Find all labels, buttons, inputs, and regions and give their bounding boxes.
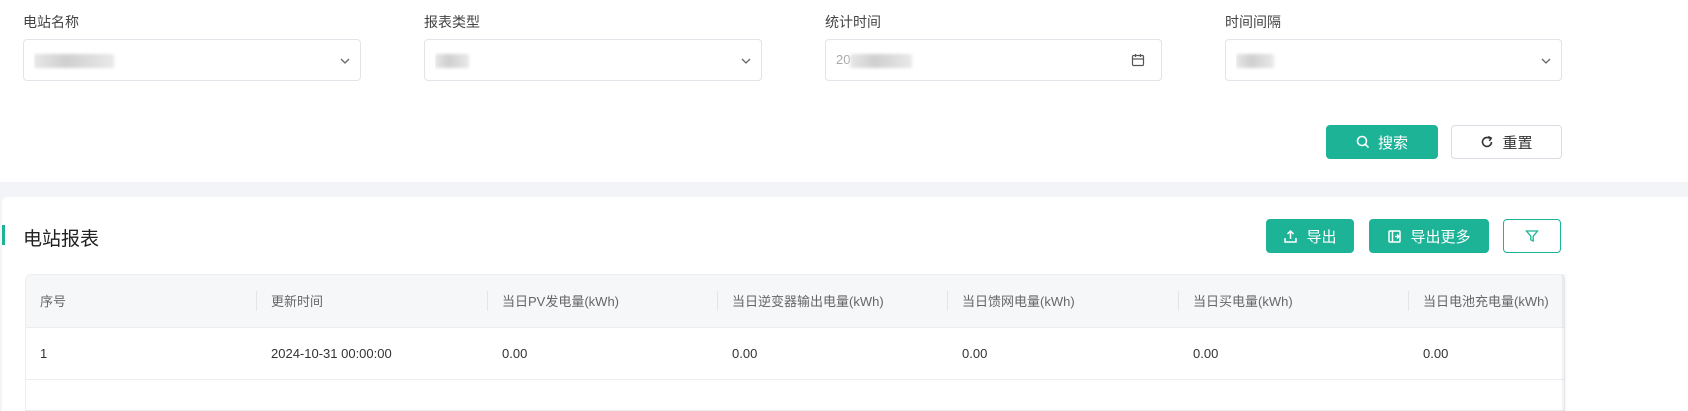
report-panel: 电站报表 导出 导出更多 序号 更新时间 当日PV发电量(kWh) 当日逆变器输… — [2, 197, 1688, 411]
station-name-label: 电站名称 — [23, 14, 79, 30]
report-type-value — [435, 52, 525, 70]
stat-time-value: 20 — [836, 52, 926, 70]
cell-update-time: 2024-10-31 00:00:00 — [271, 346, 392, 361]
export-more-button-label: 导出更多 — [1410, 228, 1471, 246]
cell-battery-charge: 0.00 — [1423, 346, 1449, 361]
column-header-inverter-output: 当日逆变器输出电量(kWh) — [732, 294, 884, 309]
section-title: 电站报表 — [23, 229, 100, 250]
chevron-down-icon — [340, 58, 350, 64]
column-header-pv-generation: 当日PV发电量(kWh) — [502, 294, 620, 309]
search-button[interactable]: 搜索 — [1326, 125, 1438, 159]
column-filter-button[interactable] — [1503, 219, 1561, 253]
search-button-label: 搜索 — [1377, 134, 1408, 152]
horizontal-scroll-shadow — [1562, 274, 1568, 411]
report-type-select[interactable] — [424, 39, 762, 81]
upload-icon — [1284, 229, 1298, 243]
time-interval-select[interactable] — [1225, 39, 1562, 81]
time-interval-label: 时间间隔 — [1225, 14, 1281, 30]
filter-panel: 电站名称 报表类型 统计时间 20 时间间隔 搜索 重置 — [0, 0, 1688, 182]
cell-index: 1 — [40, 346, 48, 361]
station-name-select[interactable] — [23, 39, 361, 81]
export-more-icon — [1388, 229, 1402, 243]
column-header-battery-charge: 当日电池充电量(kWh) — [1423, 294, 1549, 309]
cell-grid-feed: 0.00 — [962, 346, 988, 361]
cell-pv-generation: 0.00 — [502, 346, 528, 361]
column-header-index: 序号 — [40, 294, 67, 309]
reset-button-label: 重置 — [1502, 134, 1533, 152]
column-header-grid-feed: 当日馈网电量(kWh) — [962, 294, 1075, 309]
table-header: 序号 更新时间 当日PV发电量(kWh) 当日逆变器输出电量(kWh) 当日馈网… — [26, 275, 1564, 328]
cell-purchased: 0.00 — [1193, 346, 1219, 361]
search-icon — [1356, 135, 1370, 149]
stat-time-label: 统计时间 — [825, 14, 881, 30]
export-more-button[interactable]: 导出更多 — [1369, 219, 1489, 253]
export-button[interactable]: 导出 — [1266, 219, 1354, 253]
stat-time-picker[interactable]: 20 — [825, 39, 1162, 81]
report-type-label: 报表类型 — [424, 14, 480, 30]
cell-inverter-output: 0.00 — [732, 346, 758, 361]
chevron-down-icon — [741, 58, 751, 64]
chevron-down-icon — [1541, 58, 1551, 64]
export-button-label: 导出 — [1306, 228, 1337, 246]
calendar-icon — [1131, 54, 1145, 67]
refresh-icon — [1482, 135, 1493, 148]
station-name-value — [34, 52, 124, 70]
column-header-update-time: 更新时间 — [271, 294, 324, 309]
filter-icon — [1525, 230, 1539, 243]
column-header-purchased: 当日买电量(kWh) — [1193, 294, 1293, 309]
section-accent-bar — [2, 225, 5, 245]
reset-button[interactable]: 重置 — [1451, 125, 1562, 159]
table-row[interactable]: 1 2024-10-31 00:00:00 0.00 0.00 0.00 0.0… — [26, 328, 1564, 380]
report-table: 序号 更新时间 当日PV发电量(kWh) 当日逆变器输出电量(kWh) 当日馈网… — [25, 274, 1565, 411]
time-interval-value — [1236, 52, 1326, 70]
